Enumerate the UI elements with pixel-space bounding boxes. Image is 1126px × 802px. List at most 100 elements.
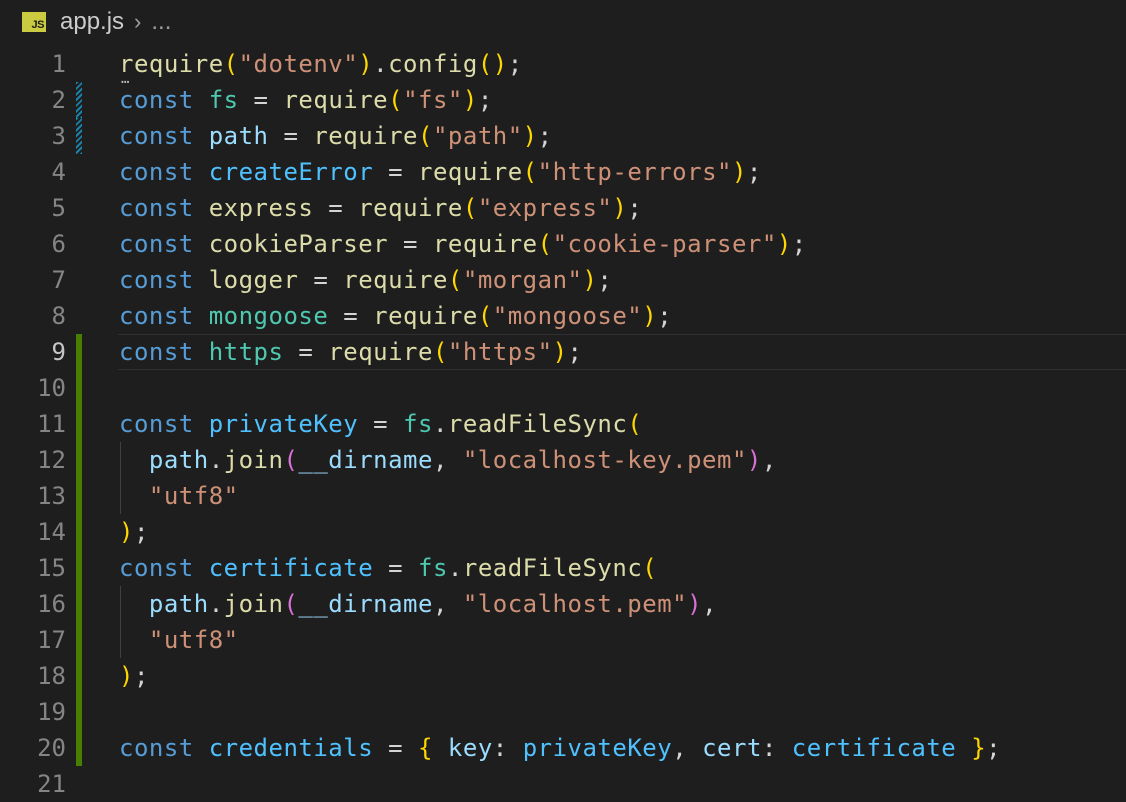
git-added-indicator[interactable] <box>76 406 82 442</box>
code-token: const <box>119 194 194 222</box>
code-line[interactable]: 19 <box>0 694 1126 730</box>
code-line[interactable]: 13 "utf8" <box>0 478 1126 514</box>
code-token: } <box>971 734 987 762</box>
git-added-indicator[interactable] <box>76 730 82 766</box>
code-token: createError <box>208 158 374 186</box>
code-token: ( <box>223 50 239 78</box>
line-number[interactable]: 6 <box>0 230 66 258</box>
line-number[interactable]: 21 <box>0 770 66 798</box>
code-line[interactable]: 4 const createError = require("http-error… <box>0 154 1126 190</box>
code-line[interactable]: 5 const express = require("express"); <box>0 190 1126 226</box>
code-token: ) <box>119 518 134 546</box>
code-line[interactable]: 8 const mongoose = require("mongoose"); <box>0 298 1126 334</box>
line-number[interactable]: 20 <box>0 734 66 762</box>
code-line[interactable]: 1 require("dotenv").config();… <box>0 46 1126 86</box>
line-number[interactable]: 10 <box>0 374 66 402</box>
code-token: ( <box>627 410 643 438</box>
line-number[interactable]: 3 <box>0 122 66 150</box>
code-token: mongoose <box>208 302 329 330</box>
line-number[interactable]: 16 <box>0 590 66 618</box>
code-token: const <box>119 410 194 438</box>
code-token: ( <box>642 554 658 582</box>
code-line[interactable]: 9 const https = require("https"); <box>0 334 1126 370</box>
code-token: ; <box>133 662 149 690</box>
line-number[interactable]: 13 <box>0 482 66 510</box>
line-number[interactable]: 5 <box>0 194 66 222</box>
git-added-indicator[interactable] <box>76 550 82 586</box>
code-line[interactable]: 3 const path = require("path"); <box>0 118 1126 154</box>
line-number[interactable]: 17 <box>0 626 66 654</box>
code-line[interactable]: 2 const fs = require("fs"); <box>0 82 1126 118</box>
code-token: join <box>223 590 284 618</box>
code-token: ) <box>731 158 747 186</box>
line-number[interactable]: 7 <box>0 266 66 294</box>
code-line[interactable]: 14); <box>0 514 1126 550</box>
git-added-indicator[interactable] <box>76 370 82 406</box>
code-editor[interactable]: 1 require("dotenv").config();… 2 const fs =… <box>0 44 1126 798</box>
code-token: ) <box>522 122 538 150</box>
line-number[interactable]: 8 <box>0 302 66 330</box>
line-number[interactable]: 18 <box>0 662 66 690</box>
code-token: ; <box>657 302 673 330</box>
code-token: "dotenv" <box>238 50 359 78</box>
line-number[interactable]: 12 <box>0 446 66 474</box>
git-added-indicator[interactable] <box>76 514 82 550</box>
code-token: ; <box>791 230 807 258</box>
git-modified-indicator[interactable] <box>76 118 82 154</box>
code-line[interactable]: 18); <box>0 658 1126 694</box>
code-token: require <box>343 266 448 294</box>
code-token: "utf8" <box>148 482 239 510</box>
git-added-indicator[interactable] <box>76 478 82 514</box>
code-line[interactable]: 7 const logger = require("morgan"); <box>0 262 1126 298</box>
code-token: privateKey <box>208 410 359 438</box>
code-text: const path = require("path"); <box>119 122 553 150</box>
code-line[interactable]: 21 <box>0 766 1126 802</box>
code-token: = <box>328 302 374 330</box>
code-token: "mongoose" <box>492 302 643 330</box>
line-number[interactable]: 1 <box>0 50 66 78</box>
code-token: "fs" <box>403 86 463 114</box>
git-added-indicator[interactable] <box>76 694 82 730</box>
code-line[interactable]: 12 path.join(__dirname, "localhost-key.p… <box>0 442 1126 478</box>
chevron-right-icon: › <box>134 9 142 34</box>
code-line[interactable]: 16 path.join(__dirname, "localhost.pem")… <box>0 586 1126 622</box>
git-added-indicator[interactable] <box>76 658 82 694</box>
line-number[interactable]: 11 <box>0 410 66 438</box>
breadcrumb-file-name[interactable]: app.js <box>60 8 124 36</box>
code-text: const mongoose = require("mongoose"); <box>119 302 672 330</box>
code-token: logger <box>208 266 299 294</box>
code-line[interactable]: 17 "utf8" <box>0 622 1126 658</box>
git-added-indicator[interactable] <box>76 622 82 658</box>
code-token: express <box>208 194 314 222</box>
code-token: require <box>358 194 463 222</box>
code-line[interactable]: 10 <box>0 370 1126 406</box>
code-token: const <box>119 158 194 186</box>
line-number[interactable]: 14 <box>0 518 66 546</box>
code-token: = <box>358 410 404 438</box>
code-line[interactable]: 20 const credentials = { key: privateKey,… <box>0 730 1126 766</box>
line-number[interactable]: 2 <box>0 86 66 114</box>
breadcrumb-symbol-ellipsis[interactable]: ... <box>151 8 171 36</box>
git-modified-indicator[interactable] <box>76 82 82 118</box>
line-number[interactable]: 9 <box>0 338 66 366</box>
code-line[interactable]: 11 const privateKey = fs.readFileSync( <box>0 406 1126 442</box>
code-token: ; <box>627 194 643 222</box>
code-token: https <box>208 338 284 366</box>
code-token: ( <box>283 446 299 474</box>
line-number[interactable]: 4 <box>0 158 66 186</box>
git-added-indicator[interactable] <box>76 442 82 478</box>
code-line[interactable]: 15 const certificate = fs.readFileSync( <box>0 550 1126 586</box>
line-number[interactable]: 15 <box>0 554 66 582</box>
code-token: fs <box>403 410 433 438</box>
git-added-indicator[interactable] <box>76 334 82 370</box>
code-text: "utf8" <box>119 482 239 510</box>
git-added-indicator[interactable] <box>76 586 82 622</box>
code-token: const <box>119 86 194 114</box>
code-line[interactable]: 6 const cookieParser = require("cookie-pa… <box>0 226 1126 262</box>
line-number[interactable]: 19 <box>0 698 66 726</box>
code-token: path <box>148 590 209 618</box>
